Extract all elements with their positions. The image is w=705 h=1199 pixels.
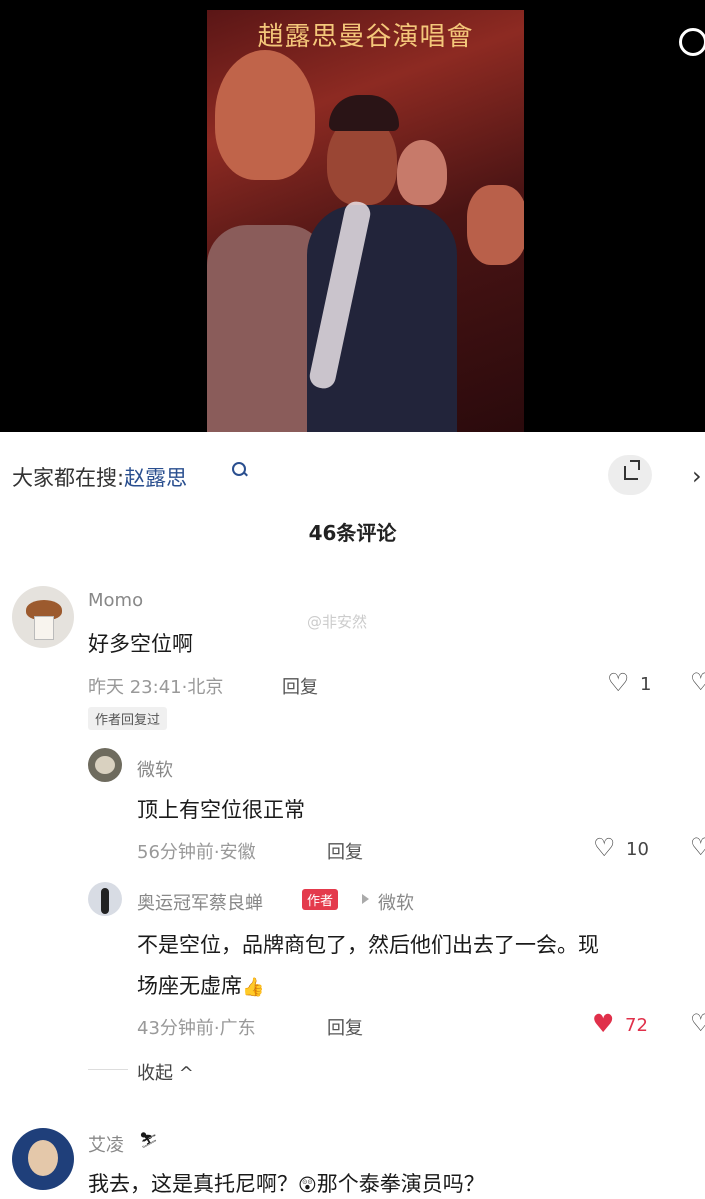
comment-username[interactable]: 艾凌 — [88, 1131, 124, 1157]
like-count: 72 — [625, 1015, 648, 1036]
reply-time: 43分钟前 — [137, 1018, 214, 1039]
reply-username[interactable]: 微软 — [137, 756, 173, 782]
cup-figure — [34, 616, 54, 640]
reply-location: 安徽 — [219, 842, 256, 863]
circle-icon[interactable] — [679, 28, 705, 56]
collapse-label: 收起 — [137, 1063, 173, 1084]
reply-text-line1: 不是空位，品牌商包了，然后他们出去了一会。现 — [137, 933, 599, 957]
reply-button[interactable]: 回复 — [282, 673, 318, 699]
comment-count: 46条评论 — [308, 521, 397, 545]
avatar[interactable] — [12, 1128, 74, 1190]
reply-meta: 56分钟前·安徽 — [137, 842, 256, 863]
comment-text: 我去，这是真托尼啊？😲那个泰拳演员吗？ — [88, 1168, 485, 1198]
pet-figure — [95, 756, 115, 774]
dislike-icon[interactable]: ♡ — [690, 668, 705, 696]
video-overlay-title: 趙露思曼谷演唱會 — [257, 22, 474, 52]
search-icon — [232, 462, 246, 476]
dislike-icon[interactable]: ♡ — [690, 1009, 705, 1037]
expand-button[interactable] — [608, 455, 652, 495]
person-face — [28, 1140, 58, 1176]
reply-text-line2: 场座无虚席👍 — [137, 970, 264, 1000]
search-keyword[interactable]: 赵露思 — [124, 466, 187, 490]
person-figure — [101, 888, 109, 914]
expand-icon — [624, 460, 640, 480]
reply-arrow-icon — [362, 894, 369, 904]
like-count: 10 — [626, 839, 649, 860]
comment-text: 好多空位啊 — [88, 632, 193, 656]
reply-location: 广东 — [219, 1018, 256, 1039]
comment-location: 北京 — [187, 677, 224, 698]
dislike-icon[interactable]: ♡ — [690, 833, 705, 861]
video-frame: 趙露思曼谷演唱會 — [207, 10, 524, 432]
person-face — [397, 140, 447, 205]
heart-filled-icon[interactable]: ♥ — [592, 1009, 614, 1038]
like-count: 1 — [640, 674, 652, 695]
heart-icon[interactable]: ♡ — [607, 668, 629, 697]
comment-text-part1: 我去，这是真托尼啊？ — [88, 1172, 298, 1196]
avatar[interactable] — [88, 882, 122, 916]
reply-time: 56分钟前 — [137, 842, 214, 863]
comment-meta: 昨天 23:41·北京 — [88, 677, 224, 698]
search-suggestion[interactable]: 大家都在搜:赵露思 — [0, 432, 705, 518]
skier-emoji: ⛷ — [139, 1131, 159, 1149]
divider — [88, 1069, 128, 1070]
person-face — [215, 50, 315, 180]
reply-text: 顶上有空位很正常 — [137, 798, 305, 822]
reply-button[interactable]: 回复 — [327, 1014, 363, 1040]
search-prefix: 大家都在搜: — [12, 466, 125, 490]
heart-icon[interactable]: ♡ — [593, 833, 615, 862]
search-suggestion-text: 大家都在搜:赵露思 — [12, 462, 187, 492]
comment-username[interactable]: Momo — [88, 590, 143, 611]
reply-text-line2-content: 场座无虚席 — [137, 974, 242, 998]
thumbs-up-emoji: 👍 — [242, 977, 265, 998]
chevron-right-icon[interactable]: › — [692, 462, 702, 490]
comment-time: 昨天 23:41 — [88, 677, 182, 698]
author-tag: 作者 — [302, 889, 339, 910]
reply-username[interactable]: 奥运冠军蔡良蝉 — [137, 889, 263, 915]
reply-meta: 43分钟前·广东 — [137, 1018, 256, 1039]
weibo-watermark: @非安然 — [307, 613, 368, 631]
comment-text-part2: 那个泰拳演员吗？ — [316, 1172, 485, 1196]
reply-button[interactable]: 回复 — [327, 838, 363, 864]
video-player[interactable]: 趙露思曼谷演唱會 — [0, 0, 705, 432]
avatar[interactable] — [88, 748, 122, 782]
shocked-emoji: 😲 — [298, 1175, 317, 1196]
chevron-up-icon: ^ — [173, 1063, 194, 1084]
reply-to-username[interactable]: 微软 — [378, 889, 414, 915]
hat — [329, 95, 399, 131]
hand — [467, 185, 524, 265]
avatar[interactable] — [12, 586, 74, 648]
author-replied-badge: 作者回复过 — [88, 707, 168, 730]
collapse-replies-button[interactable]: 收起 ^ — [137, 1059, 194, 1085]
